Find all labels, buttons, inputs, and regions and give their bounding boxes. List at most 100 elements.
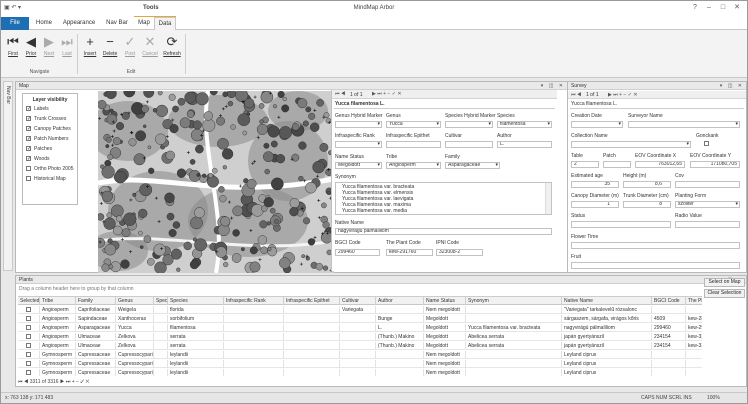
- table-cell[interactable]: Caprifoliaceae: [76, 306, 116, 314]
- table-cell[interactable]: japán gyertyánszil: [562, 333, 652, 341]
- status-field[interactable]: [571, 221, 671, 228]
- author-field[interactable]: L.: [497, 141, 552, 148]
- table-cell[interactable]: Yucca: [116, 324, 154, 332]
- table-cell[interactable]: Angiosperm: [40, 342, 76, 350]
- canopy-diameter-field[interactable]: 1: [571, 201, 619, 208]
- table-cell[interactable]: 234154: [652, 333, 686, 341]
- eov-y-field[interactable]: 171080,705: [690, 161, 740, 168]
- cov-field[interactable]: [675, 181, 740, 188]
- checkbox[interactable]: [26, 334, 31, 339]
- table-cell[interactable]: [340, 369, 376, 376]
- table-cell[interactable]: [154, 315, 168, 323]
- row-select-checkbox[interactable]: [18, 315, 40, 323]
- table-row[interactable]: Gymnosperm Cupressaceae Cupressocyparis ley…: [18, 360, 702, 368]
- table-cell[interactable]: [284, 333, 340, 341]
- table-cell[interactable]: [686, 369, 702, 376]
- table-cell[interactable]: [340, 333, 376, 341]
- column-header[interactable]: Tribe: [40, 297, 76, 305]
- table-cell[interactable]: Megoldott: [424, 324, 466, 332]
- table-cell[interactable]: Gymnosperm: [40, 360, 76, 368]
- table-cell[interactable]: Nem megoldott: [424, 306, 466, 314]
- table-cell[interactable]: [284, 351, 340, 359]
- table-cell[interactable]: leylandii: [168, 360, 224, 368]
- column-header[interactable]: Cultivar: [340, 297, 376, 305]
- table-cell[interactable]: [340, 342, 376, 350]
- table-cell[interactable]: Angiosperm: [40, 306, 76, 314]
- table-cell[interactable]: [154, 351, 168, 359]
- layer-item[interactable]: ✓ Canopy Patches: [26, 126, 74, 136]
- plant-code-field[interactable]: kew-291760: [386, 249, 433, 256]
- table-cell[interactable]: nagyvirágú pálmaliliom: [562, 324, 652, 332]
- table-row[interactable]: Gymnosperm Cupressaceae Cupressocyparis ley…: [18, 351, 702, 359]
- table-cell[interactable]: Cupressaceae: [76, 351, 116, 359]
- table-cell[interactable]: Zelkova: [116, 333, 154, 341]
- gonckank-checkbox[interactable]: [704, 141, 709, 146]
- cultivar-field[interactable]: [445, 141, 493, 148]
- table-cell[interactable]: [224, 306, 284, 314]
- synonym-scrollbar[interactable]: [545, 183, 551, 214]
- table-row[interactable]: Gymnosperm Cupressaceae Cupressocyparis ley…: [18, 369, 702, 376]
- table-row[interactable]: Angiosperm Ulmaceae Zelkova serrata (Thunb.)…: [18, 342, 702, 350]
- record-nav-forward-icon[interactable]: ▶ ⏭ + − ✓ ✕: [372, 91, 402, 97]
- table-cell[interactable]: Angiosperm: [40, 315, 76, 323]
- table-cell[interactable]: Leyland ciprus: [562, 360, 652, 368]
- table-cell[interactable]: florida: [168, 306, 224, 314]
- map-canvas[interactable]: [98, 91, 334, 273]
- grid-nav-forward-icon[interactable]: ▶ ⏭ + − ✓ ✕: [59, 379, 89, 385]
- layer-item[interactable]: ✓ Patch Numbers: [26, 136, 74, 146]
- post-button[interactable]: ✓ Post: [119, 33, 141, 63]
- table-cell[interactable]: Xanthoceras: [116, 315, 154, 323]
- checkbox[interactable]: [26, 316, 31, 321]
- table-cell[interactable]: sárgaszem, sárgafa, virágos kőris: [562, 315, 652, 323]
- table-cell[interactable]: [224, 342, 284, 350]
- column-header[interactable]: Family: [76, 297, 116, 305]
- insert-button[interactable]: + Insert: [79, 33, 101, 63]
- survey-nav-icon[interactable]: ⏮ ◀: [571, 92, 581, 98]
- table-cell[interactable]: Variegata: [340, 306, 376, 314]
- help-icon[interactable]: ?: [689, 3, 701, 13]
- row-select-checkbox[interactable]: [18, 306, 40, 314]
- name-status-field[interactable]: Megoldott ▾: [335, 162, 382, 169]
- genus-hybrid-marker-field[interactable]: ▾: [335, 121, 382, 128]
- table-cell[interactable]: 299460: [652, 324, 686, 332]
- infraspecific-rank-field[interactable]: ▾: [335, 141, 382, 148]
- table-cell[interactable]: [376, 351, 424, 359]
- synonym-list[interactable]: Yucca filamentosa var. bracteata Yucca fi…: [335, 182, 552, 215]
- table-cell[interactable]: [466, 369, 562, 376]
- table-cell[interactable]: [154, 369, 168, 376]
- checkbox[interactable]: [26, 343, 31, 348]
- table-cell[interactable]: Ulmaceae: [76, 333, 116, 341]
- select-on-map-button[interactable]: Select on Map: [704, 278, 745, 287]
- tab-file[interactable]: File: [1, 17, 29, 30]
- table-cell[interactable]: [686, 360, 702, 368]
- layer-checkbox[interactable]: [26, 176, 31, 181]
- layer-checkbox[interactable]: [26, 166, 31, 171]
- checkbox[interactable]: [26, 352, 31, 357]
- table-cell[interactable]: [466, 315, 562, 323]
- table-cell[interactable]: [376, 369, 424, 376]
- table-cell[interactable]: Weigela: [116, 306, 154, 314]
- layer-checkbox[interactable]: ✓: [26, 146, 31, 152]
- table-cell[interactable]: Gymnosperm: [40, 351, 76, 359]
- radio-value-field[interactable]: [675, 221, 740, 228]
- table-cell[interactable]: "Variegata" tarkalevelű rózsalonc: [562, 306, 652, 314]
- table-cell[interactable]: L.: [376, 324, 424, 332]
- fruit-field[interactable]: [571, 262, 740, 269]
- table-cell[interactable]: (Thunb.) Makino: [376, 333, 424, 341]
- table-cell[interactable]: Cupressaceae: [76, 360, 116, 368]
- table-cell[interactable]: Abelicea serrata: [466, 342, 562, 350]
- layer-checkbox[interactable]: ✓: [26, 116, 31, 122]
- minimize-icon[interactable]: –: [703, 3, 715, 13]
- panel-controls-icon[interactable]: ▾ ◫ ✕: [541, 82, 565, 90]
- table-cell[interactable]: Asparagaceae: [76, 324, 116, 332]
- table-cell[interactable]: kew-3330: [686, 342, 702, 350]
- maximize-icon[interactable]: □: [717, 3, 729, 13]
- panel-controls-icon[interactable]: ▾ ◫ ✕: [720, 82, 744, 90]
- column-header[interactable]: Species Hybrid Marker: [154, 297, 168, 305]
- column-header[interactable]: Selected: [18, 297, 40, 305]
- layer-checkbox[interactable]: ✓: [26, 136, 31, 142]
- column-header[interactable]: Infraspecific Epithet: [284, 297, 340, 305]
- table-cell[interactable]: sorbifolium: [168, 315, 224, 323]
- close-icon[interactable]: ✕: [731, 3, 743, 13]
- row-select-checkbox[interactable]: [18, 351, 40, 359]
